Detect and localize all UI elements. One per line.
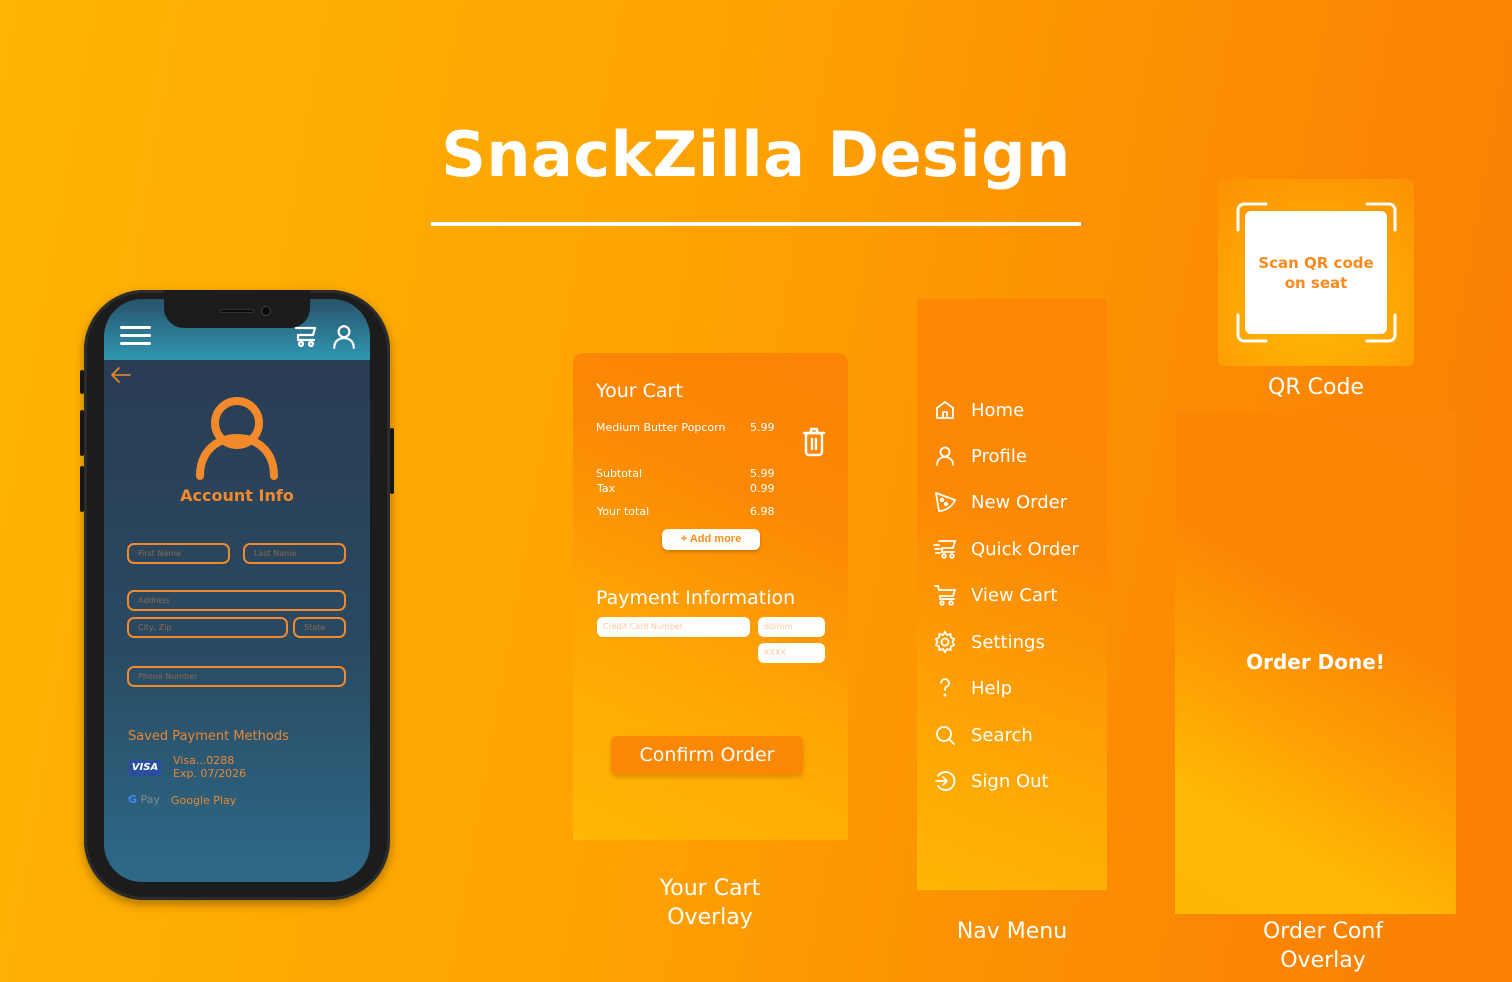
visa-card-number: Visa...0288 [173, 754, 235, 767]
nav-item-search[interactable]: Search [933, 722, 1033, 748]
nav-label: View Cart [971, 584, 1058, 606]
order-conf-caption: Order Conf Overlay [1195, 917, 1451, 975]
nav-label: Quick Order [971, 538, 1079, 560]
sign-out-icon [935, 771, 956, 791]
nav-label: Sign Out [971, 770, 1049, 792]
avatar-icon [196, 397, 278, 480]
caption-line: Order Conf [1262, 919, 1384, 944]
nav-label: Home [971, 399, 1025, 421]
state-field[interactable]: State [293, 617, 346, 638]
hamburger-icon[interactable] [120, 326, 151, 346]
visa-logo-icon: VISA [129, 760, 161, 776]
title-divider [431, 222, 1081, 226]
search-icon [936, 726, 955, 745]
last-name-field[interactable]: Last Name [243, 543, 346, 564]
pizza-slice-icon [935, 492, 956, 512]
add-more-button[interactable]: + Add more [662, 529, 760, 550]
qr-scan-prompt[interactable]: Scan QR code on seat [1245, 211, 1387, 334]
saved-payment-title: Saved Payment Methods [128, 729, 289, 744]
qr-prompt-line: on seat [1284, 273, 1348, 292]
phone-camera [261, 306, 271, 316]
cart-item-name: Medium Butter Popcorn [596, 421, 726, 434]
confirm-order-button[interactable]: Confirm Order [611, 736, 803, 774]
city-zip-field[interactable]: City, Zip [127, 617, 288, 638]
nav-item-profile[interactable]: Profile [933, 443, 1027, 469]
nav-label: New Order [971, 491, 1068, 513]
tax-value: 0.99 [750, 482, 775, 495]
caption-line: Overlay [1280, 948, 1366, 973]
user-icon [936, 446, 954, 466]
address-field[interactable]: Address [127, 590, 346, 611]
trash-icon[interactable] [802, 427, 826, 457]
fast-cart-icon [933, 540, 957, 559]
subtotal-value: 5.99 [750, 467, 775, 480]
arrow-left-icon[interactable] [110, 366, 132, 384]
phone-power-button [390, 428, 394, 494]
google-pay-logo-icon: G Pay [128, 793, 160, 806]
total-label: Your total [597, 505, 650, 518]
visa-card-expiry: Exp. 07/2026 [173, 767, 247, 780]
nav-label: Help [971, 677, 1013, 699]
question-icon [940, 678, 950, 697]
cart-title: Your Cart [596, 380, 683, 402]
payment-info-title: Payment Information [596, 587, 796, 609]
nav-item-quick-order[interactable]: Quick Order [933, 536, 1079, 562]
cart-item-price: 5.99 [750, 421, 775, 434]
user-icon[interactable] [331, 323, 357, 349]
home-icon [936, 401, 954, 419]
caption-line: Overlay [667, 905, 753, 930]
account-info-title: Account Info [180, 486, 294, 505]
nav-item-settings[interactable]: Settings [933, 629, 1045, 655]
google-play-item[interactable]: Google Play [171, 794, 236, 807]
subtotal-label: Subtotal [596, 467, 643, 480]
gear-icon [934, 630, 956, 654]
qr-caption: QR Code [1268, 375, 1364, 400]
first-name-field[interactable]: First Name [127, 543, 230, 564]
nav-item-home[interactable]: Home [933, 397, 1024, 423]
order-done-message: Order Done! [1246, 650, 1385, 674]
cart-icon[interactable] [294, 325, 318, 349]
qr-prompt-line: Scan QR code [1258, 253, 1374, 272]
expiry-field[interactable]: dd/mm [758, 617, 825, 637]
nav-label: Search [971, 724, 1033, 746]
phone-speaker [220, 309, 254, 313]
nav-menu-caption: Nav Menu [956, 919, 1068, 944]
credit-card-field[interactable]: Credit Card Number [597, 617, 750, 637]
cvv-field[interactable]: XXXX [758, 643, 825, 663]
nav-item-help[interactable]: Help [933, 675, 1012, 701]
cart-icon [934, 585, 957, 606]
cart-overlay-caption: Your Cart Overlay [600, 874, 820, 932]
nav-label: Profile [971, 445, 1027, 467]
tax-label: Tax [597, 482, 616, 495]
phone-number-field[interactable]: Phone Number [127, 666, 346, 687]
visa-card-item[interactable]: Visa...0288 Exp. 07/2026 [173, 754, 246, 780]
caption-line: Your Cart [659, 876, 761, 901]
nav-item-sign-out[interactable]: Sign Out [933, 768, 1049, 794]
nav-item-new-order[interactable]: New Order [933, 489, 1067, 515]
total-value: 6.98 [750, 505, 775, 518]
nav-item-view-cart[interactable]: View Cart [933, 582, 1058, 608]
nav-label: Settings [971, 631, 1045, 653]
